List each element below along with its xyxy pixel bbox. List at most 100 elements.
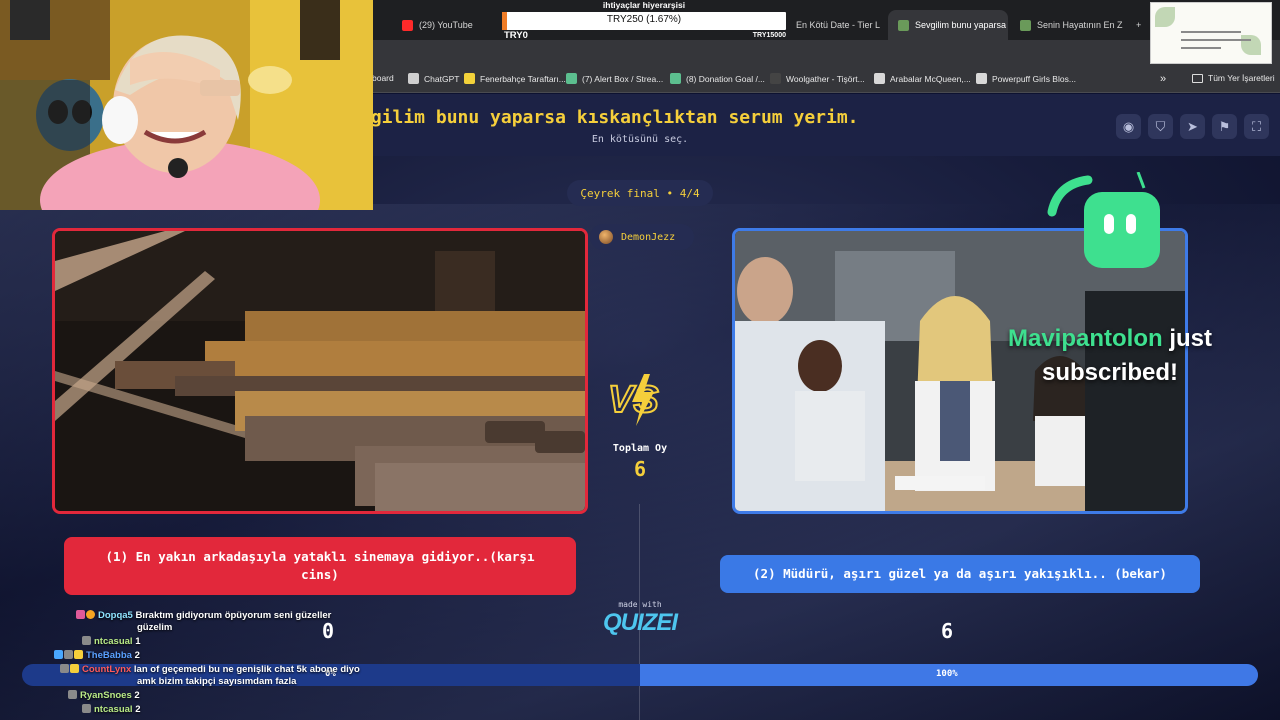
shield-icon: ⛉ [1155,118,1166,134]
report-button[interactable]: ⚑ [1212,114,1237,139]
flag-icon: ⚑ [1218,118,1231,134]
bookmark-label: Fenerbahçe Taraftarı... [480,73,566,84]
preview-thumbnail [1150,2,1272,64]
page-icon [976,73,987,84]
chevron-right-icon: » [1160,73,1167,85]
option-2-button[interactable]: (2) Müdürü, aşırı güzel ya da aşırı yakı… [720,555,1200,593]
chat-username: RyanSnoes [80,690,132,701]
chat-text: 2 [134,650,140,661]
eye-icon: ◉ [1122,118,1135,134]
tab-label: Sevgilim bunu yaparsa [915,20,1007,30]
fullscreen-icon: ⛶ [1251,118,1262,134]
plus-icon: + [1136,20,1142,30]
avatar [599,230,613,244]
bookmark-label: Woolgather - Tişört... [786,73,865,84]
badge-icon [86,610,95,619]
text-line [1181,31,1241,33]
tab-label: Senin Hayatının En Z [1037,20,1123,30]
chat-message-continued: amk bizim takipçi sayısımdam fazla [137,676,296,688]
bookmark-chatgpt[interactable]: ChatGPT [408,73,459,84]
send-icon: ➤ [1187,118,1198,134]
streamlabs-icon [566,73,577,84]
bookmark-arabalar[interactable]: Arabalar McQueen,... [874,73,971,84]
leaf-decoration [1241,35,1261,55]
chat-message: CountLynx lan of geçemedi bu ne genişlik… [60,664,360,676]
kick-mascot-icon [1047,172,1160,268]
tab-youtube[interactable]: (29) YouTube [392,10,502,40]
made-with-label: made with [618,600,662,609]
quizei-favicon [898,19,909,31]
fullscreen-button[interactable]: ⛶ [1244,114,1269,139]
share-button[interactable]: ➤ [1180,114,1205,139]
chatgpt-icon [408,73,419,84]
donation-goal-widget: ihtiyaçlar hiyerarşisi TRY250 (1.67%) TR… [502,0,786,42]
chat-text: 2 [135,704,141,715]
quiz-subtitle: En kötüsünü seç. [591,134,689,145]
donation-progress-bar: TRY250 (1.67%) [502,12,786,30]
subscribe-alert-text: Mavipantolon just subscribed! [980,322,1240,390]
option-1-button[interactable]: (1) En yakın arkadaşıyla yataklı sinemay… [64,537,576,595]
sword-icon [82,636,91,645]
folder-icon [1192,73,1203,83]
sword-icon [60,664,69,673]
chat-username: ntcasual [94,636,133,647]
chat-username: CountLynx [82,664,132,675]
quizei-favicon [1020,19,1031,31]
webcam-overlay [0,0,373,210]
quizei-logo[interactable]: QUIZEI [596,609,684,637]
donation-amount: TRY250 (1.67%) [606,14,682,25]
chat-message: TheBabba 2 [54,650,140,662]
more-bookmarks-button[interactable]: » [1160,73,1166,85]
tab-quiz[interactable]: Sevgilim bunu yaparsa ✕ [888,10,1008,40]
option-2-percent: 100% [936,669,958,679]
page-icon [874,73,885,84]
shield-button[interactable]: ⛉ [1148,114,1173,139]
bookmark-label: Arabalar McQueen,... [890,73,971,84]
chat-message: RyanSnoes 2 [68,690,140,702]
chat-message: Dopqa5 Bıraktım gidiyorum öpüyorum seni … [76,610,331,622]
bookmark-powerpuff[interactable]: Powerpuff Girls Blos... [976,73,1076,84]
total-votes-label: Toplam Oy [612,443,668,454]
option-1-image[interactable] [52,228,588,514]
new-tab-button[interactable]: + [1132,10,1152,40]
bookmark-woolgather[interactable]: Woolgather - Tişört... [770,73,865,84]
chat-text: 1 [135,636,141,647]
chat-overlay: Dopqa5 Bıraktım gidiyorum öpüyorum seni … [0,606,420,720]
bookmark-label: ChatGPT [424,73,460,84]
bookmark-label: Powerpuff Girls Blos... [992,73,1076,84]
text-line [1181,39,1251,41]
chat-username: TheBabba [86,650,132,661]
bookmark-dashboard[interactable]: board [372,73,394,83]
eye-button[interactable]: ◉ [1116,114,1141,139]
author-name: DemonJezz [621,231,676,243]
donation-max-label: TRY15000 [752,32,786,39]
bookmark-fenerbahce[interactable]: Fenerbahçe Taraftarı... [464,73,566,84]
all-bookmarks-folder[interactable]: Tüm Yer İşaretleri [1192,73,1275,83]
crown-icon [74,650,83,659]
author-badge[interactable]: DemonJezz [590,224,694,250]
streamlabs-icon [670,73,681,84]
tab-hayat[interactable]: Senin Hayatının En Z ✕ [1010,10,1130,40]
youtube-icon [402,19,413,31]
leaf-decoration [1155,7,1175,27]
chat-username: ntcasual [94,704,133,715]
bookmark-donation-goal[interactable]: (8) Donation Goal /... [670,73,765,84]
chat-text: güzelim [137,622,173,633]
bookmark-label: board [372,73,394,83]
bookmark-label: (7) Alert Box / Strea... [582,73,664,84]
chat-message: ntcasual 1 [82,636,140,648]
chat-text: amk bizim takipçi sayısımdam fazla [137,676,297,687]
sword-icon [68,690,77,699]
crown-icon [70,664,79,673]
badge-icon [76,610,85,619]
tab-tier-list[interactable]: En Kötü Date - Tier L ✕ [786,10,886,40]
quiz-title: vgilim bunu yaparsa kıskançlıktan serum … [360,107,859,128]
woolgather-icon [770,73,781,84]
bookmark-alert-box[interactable]: (7) Alert Box / Strea... [566,73,663,84]
chat-text: lan of geçemedi bu ne genişlik chat 5k a… [133,664,360,675]
chat-text: 2 [134,690,140,701]
chat-username: Dopqa5 [98,610,133,621]
donation-min-label: TRY0 [504,30,528,41]
bookmark-label: Tüm Yer İşaretleri [1208,73,1275,83]
sword-icon [64,650,73,659]
